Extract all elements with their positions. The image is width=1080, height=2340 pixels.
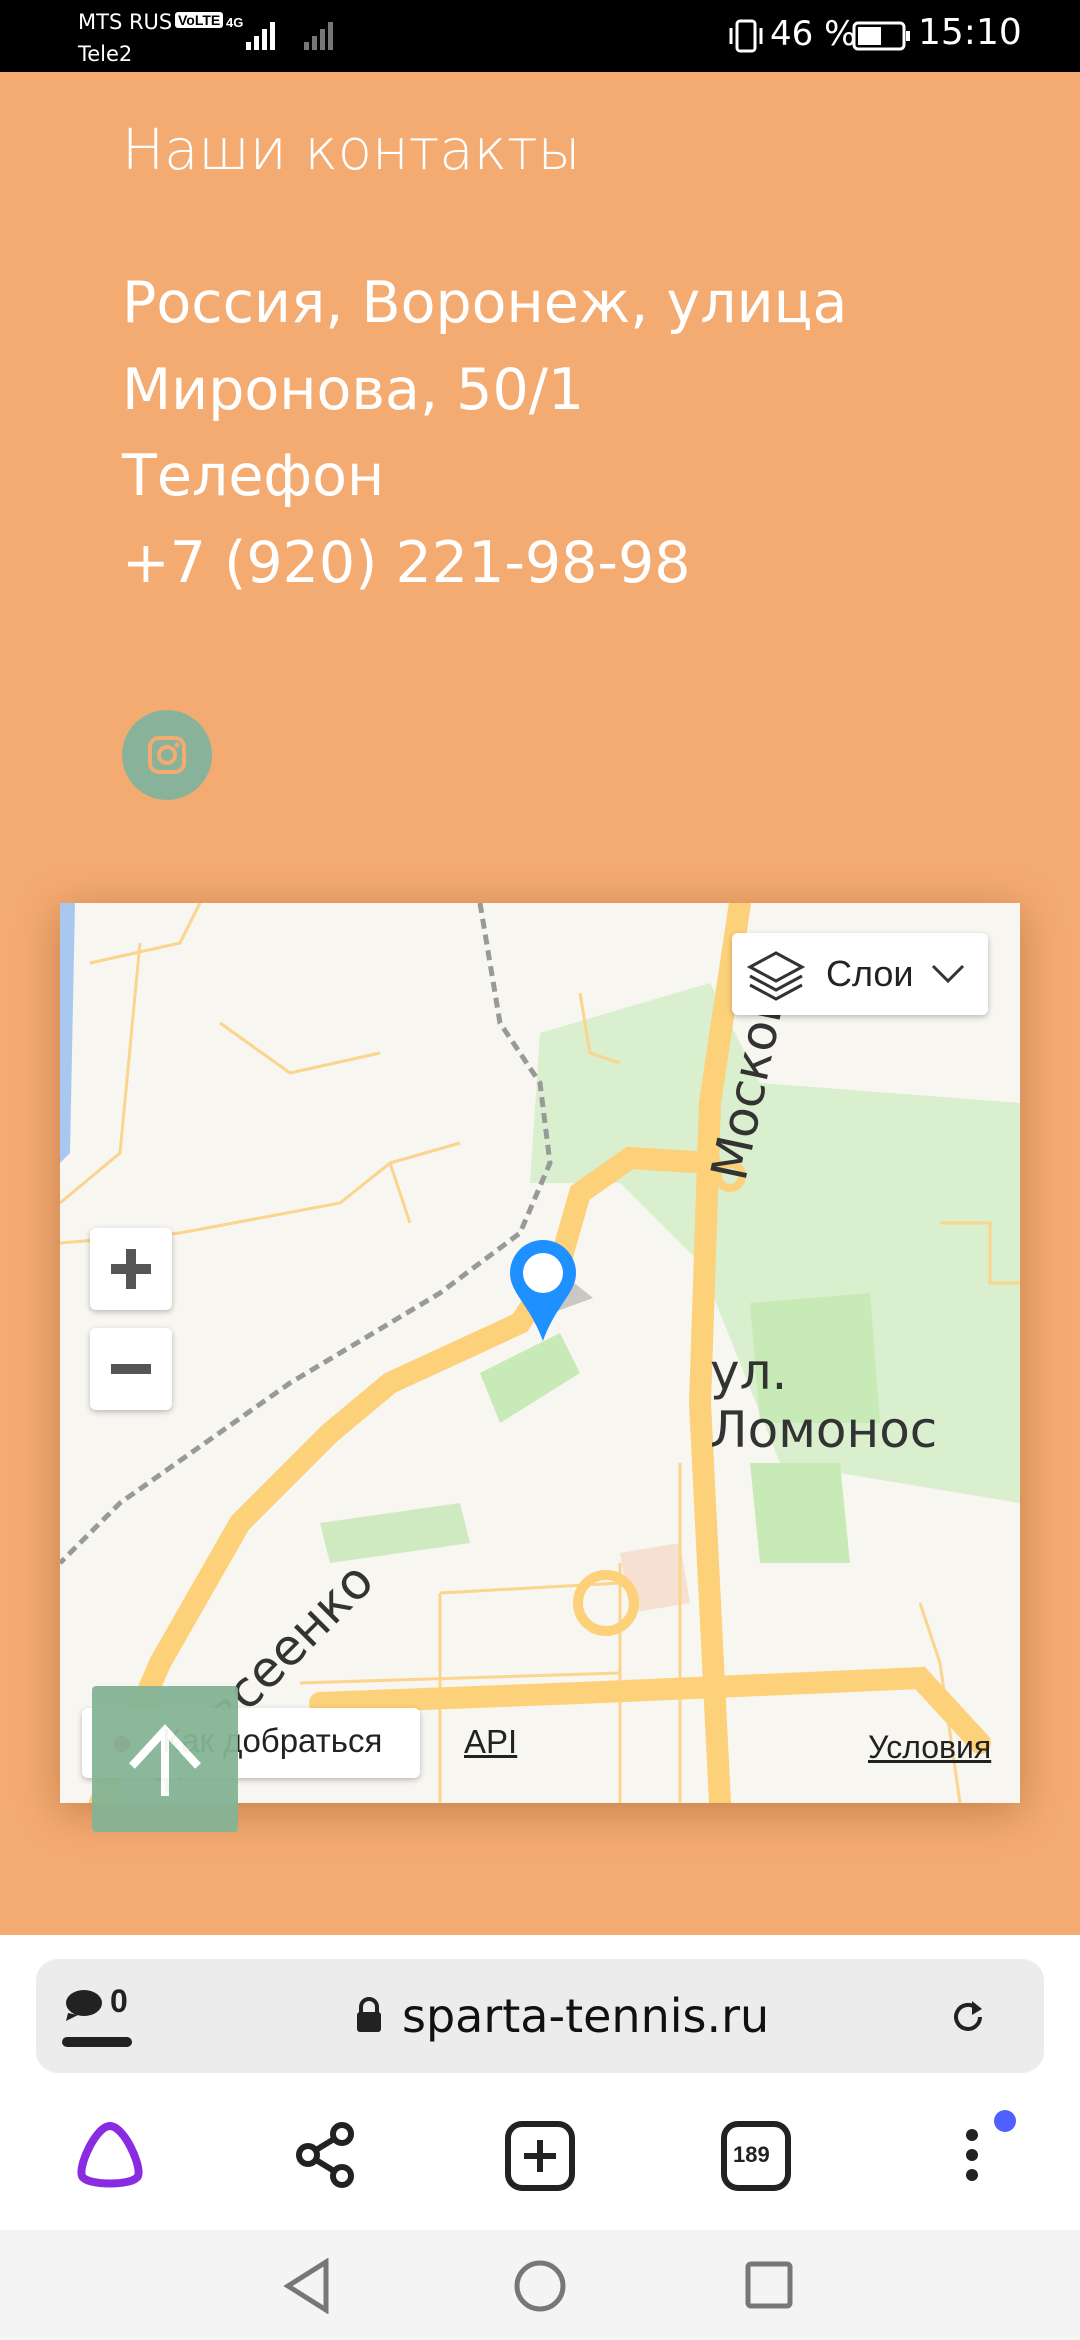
comments-underline <box>62 2037 132 2047</box>
lock-icon <box>357 1997 381 2032</box>
network-type: 4G <box>226 15 244 30</box>
carrier-primary: MTS RUS <box>78 10 173 34</box>
zoom-out-button[interactable] <box>90 1328 172 1410</box>
more-vertical-icon[interactable] <box>960 2105 1020 2195</box>
comments-icon[interactable] <box>64 1987 110 2023</box>
api-link[interactable]: API <box>464 1723 517 1761</box>
alice-icon[interactable] <box>72 2120 148 2190</box>
battery-percent: 46 % <box>770 14 857 54</box>
address-line-1: Россия, Воронеж, улица <box>122 270 848 336</box>
address-line-2: Миронова, 50/1 <box>122 357 585 423</box>
new-tab-icon[interactable] <box>504 2120 576 2192</box>
signal-icon <box>246 22 275 50</box>
reload-icon[interactable] <box>946 1995 990 2039</box>
clock: 15:10 <box>918 12 1022 53</box>
layers-button[interactable]: Слои <box>732 933 988 1015</box>
layers-label: Слои <box>826 953 914 994</box>
system-navigation-bar <box>0 2230 1080 2340</box>
signal-icon-secondary <box>304 22 333 50</box>
status-bar: MTS RUS VoLTE 4G Tele2 46 % 15:10 <box>0 0 1080 72</box>
arrow-up-icon <box>129 1724 201 1796</box>
scroll-to-top-button[interactable] <box>92 1686 238 1832</box>
recents-icon[interactable] <box>744 2258 796 2314</box>
url-text[interactable]: sparta-tennis.ru <box>402 1989 769 2043</box>
map-widget[interactable]: Московск ул. Ломонос я-Овсеенко Слои Как <box>60 903 1020 1803</box>
tabs-count: 189 <box>733 2142 770 2167</box>
vibrate-icon <box>729 19 763 53</box>
tabs-button[interactable]: 189 <box>720 2120 792 2192</box>
minus-icon <box>111 1364 151 1374</box>
instagram-icon <box>148 736 186 774</box>
back-icon[interactable] <box>282 2258 332 2314</box>
contacts-title: Наши контакты <box>122 118 581 183</box>
comments-count: 0 <box>110 1983 128 2019</box>
carrier-secondary: Tele2 <box>78 42 133 66</box>
address-bar[interactable]: 0 sparta-tennis.ru <box>36 1959 1044 2073</box>
phone-label: Телефон <box>122 443 385 509</box>
terms-link[interactable]: Условия <box>868 1729 991 1766</box>
share-icon[interactable] <box>292 2120 362 2190</box>
plus-icon <box>111 1249 151 1289</box>
phone-number[interactable]: +7 (920) 221-98-98 <box>122 530 691 596</box>
map-pin-icon[interactable] <box>508 1238 618 1348</box>
street-label-lomonosova: ул. Ломонос <box>710 1343 938 1459</box>
zoom-in-button[interactable] <box>90 1228 172 1310</box>
volte-badge: VoLTE <box>175 12 224 28</box>
chevron-down-icon <box>931 964 965 984</box>
instagram-button[interactable] <box>122 710 212 800</box>
battery-icon <box>852 21 910 51</box>
home-icon[interactable] <box>512 2258 568 2314</box>
browser-toolbar: 0 sparta-tennis.ru 189 <box>0 1935 1080 2230</box>
layers-icon <box>746 951 806 1001</box>
